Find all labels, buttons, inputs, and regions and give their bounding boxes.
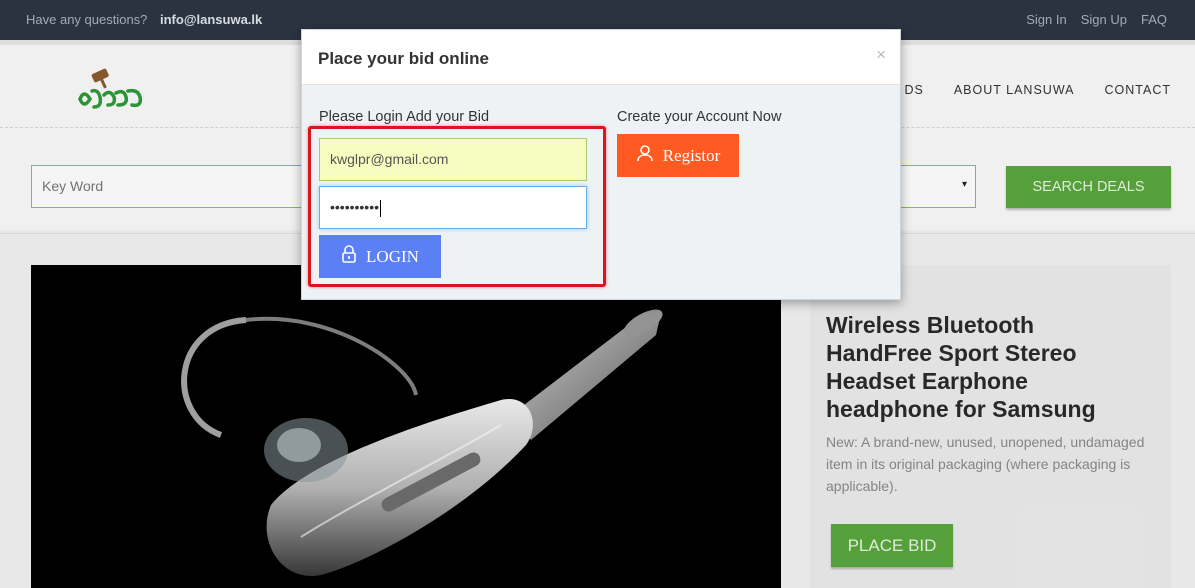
text-caret <box>380 199 382 217</box>
modal-header: Place your bid online × <box>302 30 900 85</box>
lock-icon <box>341 245 357 268</box>
user-icon <box>636 144 654 167</box>
login-button-label: LOGIN <box>366 246 419 266</box>
password-field[interactable]: •••••••••• <box>319 186 587 229</box>
password-mask: •••••••••• <box>330 199 380 215</box>
login-button[interactable]: LOGIN <box>319 235 441 278</box>
bid-modal: Place your bid online × Please Login Add… <box>301 29 901 300</box>
register-button[interactable]: Registor <box>617 134 739 177</box>
create-account-label: Create your Account Now <box>617 109 782 125</box>
login-label: Please Login Add your Bid <box>319 109 490 125</box>
close-icon[interactable]: × <box>876 45 886 65</box>
email-field[interactable]: kwglpr@gmail.com <box>319 138 587 181</box>
modal-title: Place your bid online <box>318 49 489 68</box>
register-button-label: Registor <box>662 145 721 165</box>
